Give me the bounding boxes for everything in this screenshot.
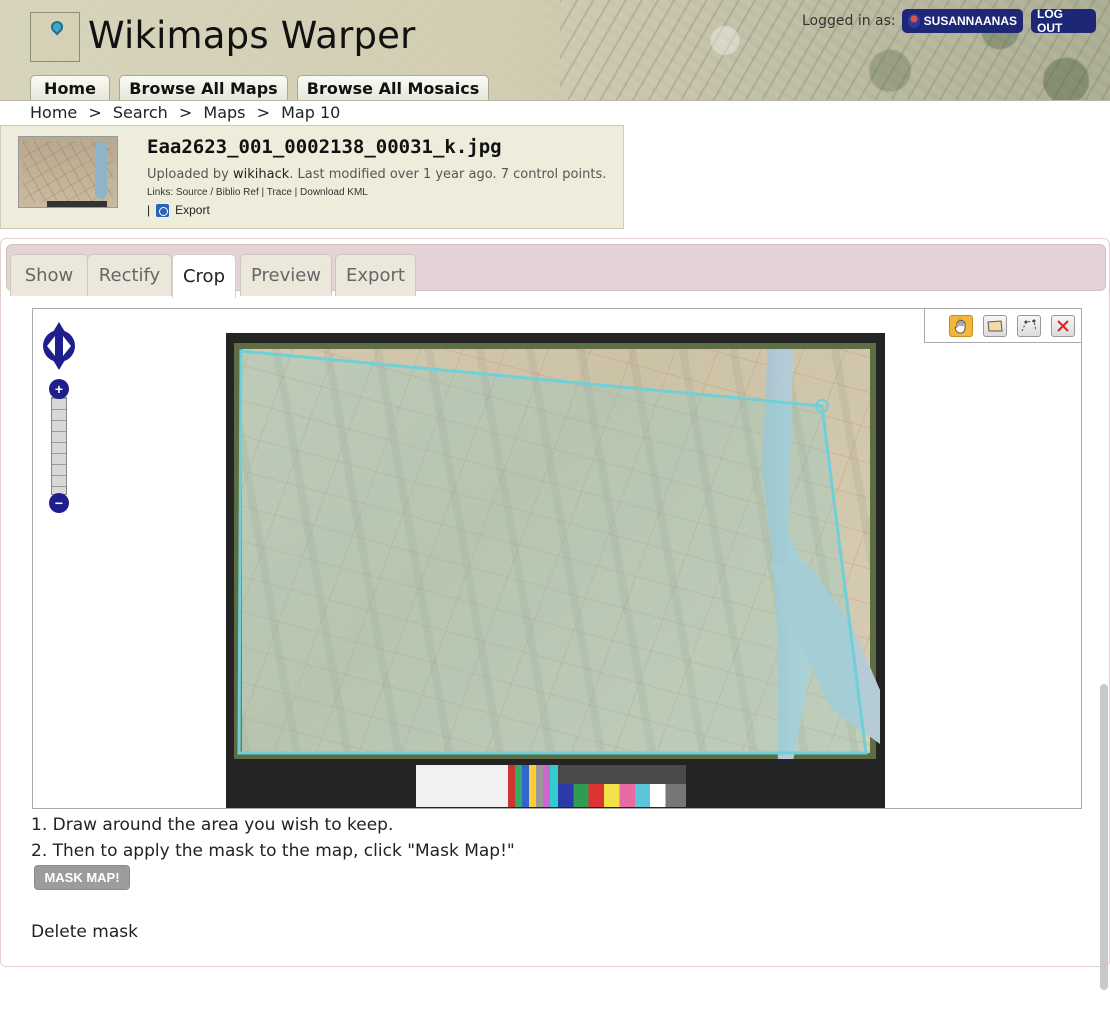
site-logo[interactable] xyxy=(30,12,80,62)
username: SUSANNAANAS xyxy=(923,14,1017,28)
edit-toolbar xyxy=(924,309,1081,343)
nav-browse-mosaics[interactable]: Browse All Mosaics xyxy=(297,75,489,100)
map-meta: Uploaded by wikihack. Last modified over… xyxy=(147,167,606,182)
map-viewport[interactable]: + − xyxy=(32,308,1082,809)
export-label: Export xyxy=(175,203,210,217)
tab-export[interactable]: Export xyxy=(335,254,416,296)
mask-polygon[interactable] xyxy=(33,309,1082,809)
tab-preview[interactable]: Preview xyxy=(240,254,332,296)
mask-map-button[interactable]: MASK MAP! xyxy=(34,865,130,890)
zoom-slider[interactable] xyxy=(51,397,67,495)
page-scrollbar[interactable] xyxy=(1100,684,1108,990)
tab-rectify[interactable]: Rectify xyxy=(87,254,172,296)
tab-bar: Show Rectify Crop Preview Export xyxy=(6,244,1106,298)
site-header: Wikimaps Warper Logged in as: SUSANNAANA… xyxy=(0,0,1110,101)
pan-control[interactable] xyxy=(41,320,77,372)
breadcrumb-search[interactable]: Search xyxy=(113,103,168,122)
map-filename: Eaa2623_001_0002138_00031_k.jpg xyxy=(147,136,502,158)
map-pin-icon xyxy=(48,18,66,36)
uploaded-prefix: Uploaded by xyxy=(147,167,229,182)
zoom-in-button[interactable]: + xyxy=(49,379,69,399)
uploaded-suffix: . Last modified over 1 year ago. 7 contr… xyxy=(289,167,607,182)
breadcrumb-maps[interactable]: Maps xyxy=(203,103,245,122)
map-info-box: Eaa2623_001_0002138_00031_k.jpg Uploaded… xyxy=(0,125,624,229)
breadcrumb-separator: > xyxy=(178,103,193,122)
map-thumbnail[interactable] xyxy=(18,136,118,208)
instruction-step-1: 1. Draw around the area you wish to keep… xyxy=(31,815,394,835)
user-account-button[interactable]: SUSANNAANAS xyxy=(902,9,1023,33)
breadcrumb-home[interactable]: Home xyxy=(30,103,77,122)
site-title[interactable]: Wikimaps Warper xyxy=(88,14,416,57)
delete-mask-link[interactable]: Delete mask xyxy=(31,922,138,942)
polygon-icon[interactable] xyxy=(983,315,1007,337)
uploader-link[interactable]: wikihack xyxy=(233,167,289,182)
zoom-bar: + − xyxy=(49,379,69,515)
thumbnail-color-strip xyxy=(47,201,107,207)
user-icon xyxy=(908,14,920,28)
zoom-out-button[interactable]: − xyxy=(49,493,69,513)
nav-browse-maps[interactable]: Browse All Maps xyxy=(119,75,288,100)
tab-crop[interactable]: Crop xyxy=(172,254,236,298)
instruction-step-2: 2. Then to apply the mask to the map, cl… xyxy=(31,841,515,861)
crop-panel: Show Rectify Crop Preview Export + − 1. … xyxy=(0,238,1110,967)
map-links[interactable]: Links: Source / Biblio Ref | Trace | Dow… xyxy=(147,187,368,198)
thumbnail-river xyxy=(95,141,107,199)
tab-show[interactable]: Show xyxy=(10,254,88,296)
logout-button[interactable]: LOG OUT xyxy=(1031,7,1096,35)
breadcrumb-current: Map 10 xyxy=(281,103,341,122)
export-link[interactable]: | Export xyxy=(147,203,210,217)
delete-icon[interactable] xyxy=(1051,315,1075,337)
login-label: Logged in as: xyxy=(802,13,896,29)
export-icon xyxy=(156,203,170,217)
crop-instructions: 1. Draw around the area you wish to keep… xyxy=(31,812,515,864)
nav-home[interactable]: Home xyxy=(30,75,110,100)
modify-icon[interactable] xyxy=(1017,315,1041,337)
export-separator: | xyxy=(147,203,151,217)
breadcrumb: Home > Search > Maps > Map 10 xyxy=(30,103,346,122)
breadcrumb-separator: > xyxy=(88,103,102,122)
breadcrumb-separator: > xyxy=(256,103,271,122)
hand-icon[interactable] xyxy=(949,315,973,337)
